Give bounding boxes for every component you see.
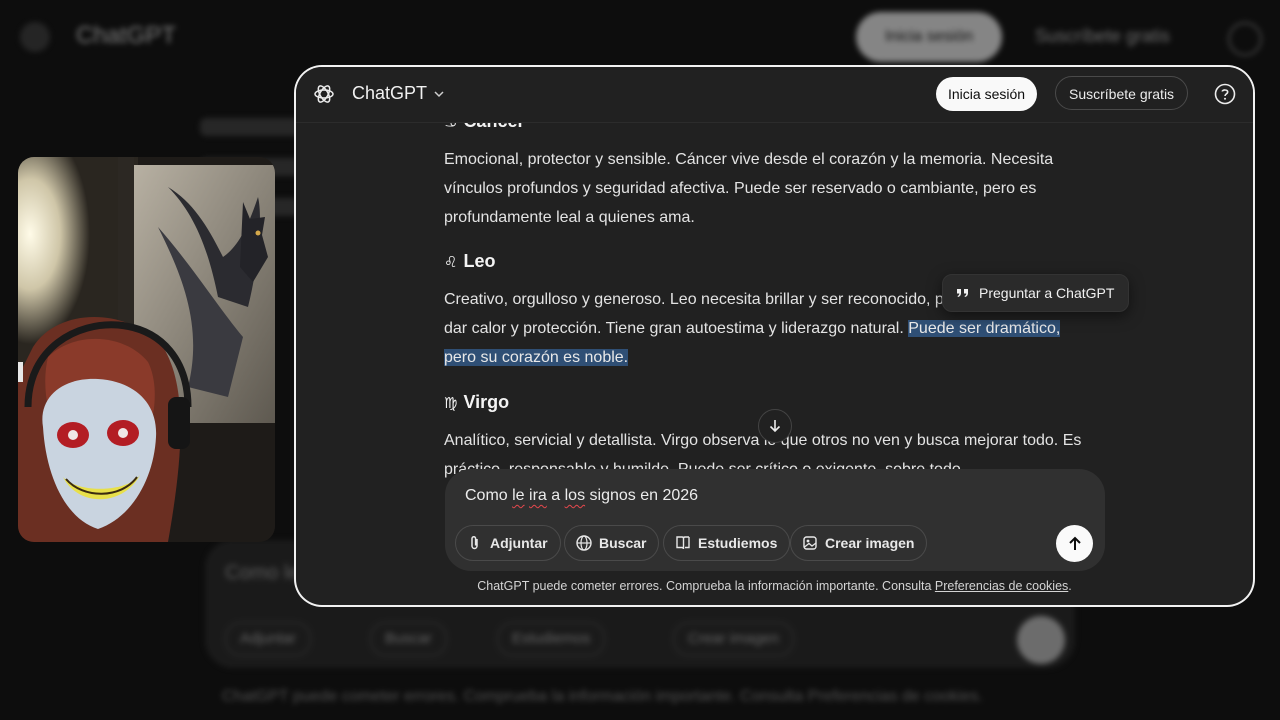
attach-label: Adjuntar bbox=[490, 535, 548, 551]
ask-chatgpt-popup[interactable]: Preguntar a ChatGPT bbox=[942, 274, 1130, 312]
disclaimer-text: ChatGPT puede cometer errores. Comprueba… bbox=[477, 579, 935, 593]
misspelled-word: le bbox=[512, 487, 525, 504]
scroll-down-button[interactable] bbox=[758, 409, 792, 443]
background-pill: Buscar bbox=[370, 622, 447, 656]
paperclip-icon bbox=[471, 535, 478, 550]
leo-heading: ♌ Leo bbox=[444, 251, 495, 272]
arrow-down-icon bbox=[769, 420, 781, 433]
chevron-down-icon bbox=[434, 90, 444, 97]
disclaimer: ChatGPT puede cometer errores. Comprueba… bbox=[296, 579, 1253, 593]
disclaimer-end: . bbox=[1068, 579, 1072, 593]
modal-header: ChatGPT Inicia sesión Suscríbete gratis bbox=[296, 67, 1253, 123]
message-input[interactable]: Como le ira a los signos en 2026 bbox=[465, 487, 698, 505]
virgo-heading: ♍ Virgo bbox=[444, 392, 509, 413]
chat-modal: ChatGPT Inicia sesión Suscríbete gratis … bbox=[296, 67, 1253, 605]
background-logo-icon bbox=[20, 22, 50, 52]
model-selector[interactable]: ChatGPT bbox=[352, 83, 445, 104]
image-icon bbox=[803, 536, 817, 550]
model-selector-label: ChatGPT bbox=[352, 83, 428, 103]
help-icon[interactable] bbox=[1214, 83, 1236, 105]
create-image-button[interactable]: Crear imagen bbox=[790, 525, 928, 561]
background-title: ChatGPT bbox=[76, 22, 177, 49]
background-pill: Estudiemos bbox=[497, 622, 606, 656]
openai-logo-icon bbox=[314, 85, 334, 103]
background-help-icon bbox=[1228, 22, 1262, 56]
create-image-label: Crear imagen bbox=[825, 535, 915, 551]
study-label: Estudiemos bbox=[698, 535, 778, 551]
search-button[interactable]: Buscar bbox=[564, 525, 660, 561]
virgo-symbol-icon: ♍ bbox=[444, 394, 458, 412]
send-button[interactable] bbox=[1056, 525, 1093, 562]
misspelled-word: ira bbox=[529, 487, 547, 504]
background-header: ChatGPT Inicia sesión Suscríbete gratis bbox=[0, 0, 1280, 72]
study-button[interactable]: Estudiemos bbox=[663, 525, 791, 561]
attach-button[interactable]: Adjuntar bbox=[455, 525, 561, 561]
background-pill: Crear imagen bbox=[673, 622, 794, 656]
background-subscribe-button: Suscríbete gratis bbox=[1035, 26, 1171, 46]
misspelled-word: los bbox=[564, 487, 586, 504]
background-login-button: Inicia sesión bbox=[856, 12, 1002, 62]
message-composer: Como le ira a los signos en 2026 Adjunta… bbox=[445, 469, 1105, 571]
message-input-text: signos en 2026 bbox=[585, 487, 699, 504]
webcam-overlay bbox=[18, 157, 275, 542]
cancer-description: Emocional, protector y sensible. Cáncer … bbox=[444, 151, 1054, 226]
background-footer: ChatGPT puede cometer errores. Comprueba… bbox=[222, 688, 983, 705]
message-input-text: a bbox=[546, 487, 565, 504]
message-input-text: Como bbox=[465, 487, 513, 504]
book-icon bbox=[676, 536, 690, 550]
virgo-title: Virgo bbox=[463, 392, 510, 412]
search-label: Buscar bbox=[599, 535, 647, 551]
arrow-up-icon bbox=[1068, 536, 1081, 550]
globe-icon bbox=[576, 535, 592, 551]
webcam-picture bbox=[18, 157, 275, 542]
login-button[interactable]: Inicia sesión bbox=[936, 77, 1038, 111]
cookie-preferences-link[interactable]: Preferencias de cookies bbox=[935, 579, 1068, 593]
ask-chatgpt-label: Preguntar a ChatGPT bbox=[979, 285, 1115, 301]
background-send-button bbox=[1017, 616, 1065, 664]
background-pill: Adjuntar bbox=[225, 622, 311, 656]
leo-symbol-icon: ♌ bbox=[444, 253, 458, 271]
subscribe-button[interactable]: Suscríbete gratis bbox=[1055, 76, 1189, 110]
leo-title: Leo bbox=[463, 251, 496, 271]
quote-icon bbox=[957, 289, 968, 297]
